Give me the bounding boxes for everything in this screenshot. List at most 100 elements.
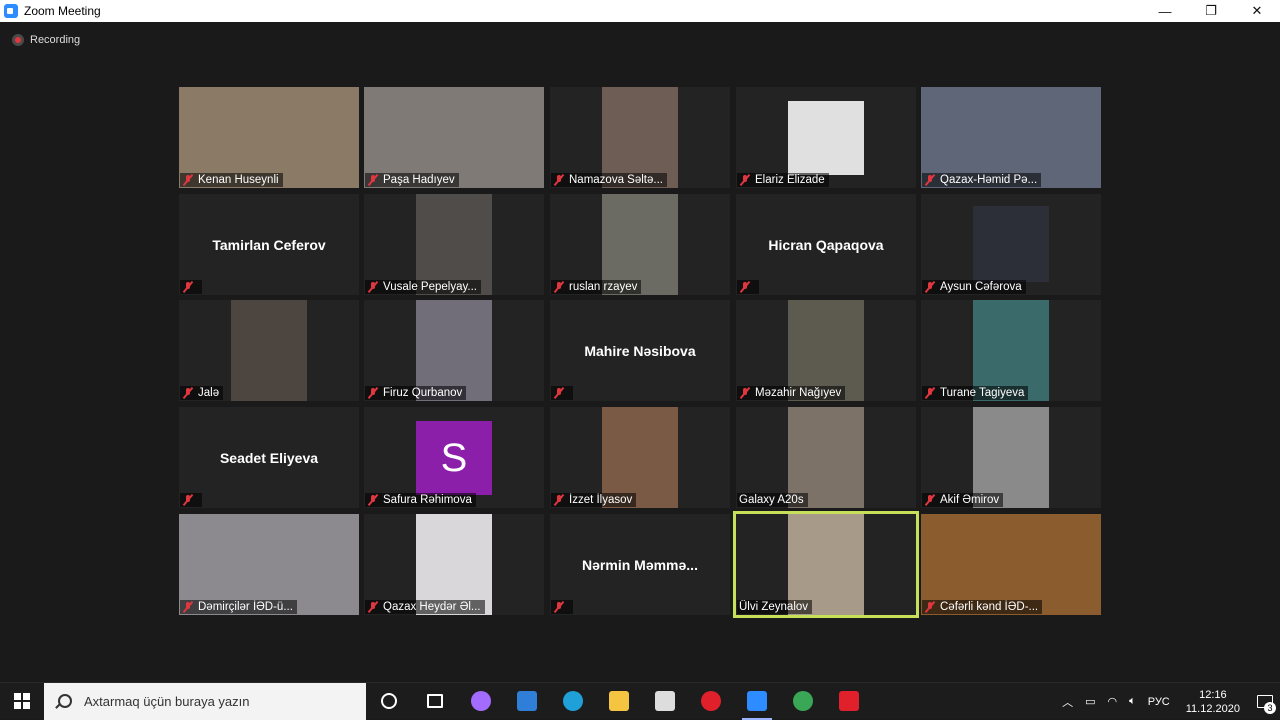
file-explorer-icon [609, 691, 629, 711]
participant-label: Kenan Huseynli [180, 173, 283, 187]
taskbar-app[interactable] [642, 683, 688, 720]
participant-label: Məzahir Nağıyev [737, 386, 846, 400]
participant-tile[interactable]: Firuz Qurbanov [364, 300, 544, 401]
participant-name: Turane Tagiyeva [940, 387, 1025, 399]
participant-label: ruslan rzayev [551, 280, 642, 294]
taskbar-app[interactable] [366, 683, 412, 720]
volume-icon[interactable]: 🔈︎ [1129, 695, 1136, 708]
participant-name: Galaxy A20s [739, 494, 804, 506]
taskbar-apps [366, 683, 872, 720]
opera-icon [701, 691, 721, 711]
participant-name-large: Mahire Nəsibova [584, 342, 696, 359]
mic-muted-icon [553, 387, 565, 399]
participant-name-large: Nərmin Məmmə... [582, 556, 698, 573]
participant-tile[interactable]: Turane Tagiyeva [921, 300, 1101, 401]
participant-name: Akif Əmirov [940, 494, 1000, 506]
participant-tile[interactable]: Seadet Eliyeva [179, 407, 359, 508]
participant-label: Akif Əmirov [922, 493, 1004, 507]
system-tray: ︿ ▭ ◠ 🔈︎ РУС 12:16 11.12.2020 3 [1056, 683, 1280, 720]
participant-label [551, 386, 573, 400]
taskbar-app[interactable] [504, 683, 550, 720]
participant-tile[interactable]: Mahire Nəsibova [550, 300, 730, 401]
store-icon [655, 691, 675, 711]
taskbar-app[interactable] [596, 683, 642, 720]
participant-tile[interactable]: Ülvi Zeynalov [733, 511, 919, 618]
mic-muted-icon [924, 494, 936, 506]
participant-label: Ülvi Zeynalov [737, 600, 813, 614]
recording-indicator[interactable]: Recording [12, 34, 80, 46]
participant-tile[interactable]: Dəmirçilər İƏD-ü... [179, 514, 359, 615]
participant-video [231, 300, 307, 401]
participant-tile[interactable]: Qazax-Həmid Pə... [921, 87, 1101, 188]
participant-tile[interactable]: Elariz Elizade [736, 87, 916, 188]
participant-name: Qazax Heydər Əl... [383, 601, 481, 613]
clock[interactable]: 12:16 11.12.2020 [1186, 688, 1240, 716]
taskbar-search[interactable]: Axtarmaq üçün buraya yazın [44, 682, 366, 720]
taskbar: Axtarmaq üçün buraya yazın ︿ ▭ ◠ 🔈︎ РУС … [0, 682, 1280, 720]
participant-tile[interactable]: Vusale Pepelyay... [364, 194, 544, 295]
battery-icon[interactable]: ▭ [1085, 695, 1095, 708]
taskbar-app[interactable] [734, 683, 780, 720]
participant-tile[interactable]: S Safura Rəhimova [364, 407, 544, 508]
taskbar-app[interactable] [826, 683, 872, 720]
participant-tile[interactable]: Aysun Cəfərova [921, 194, 1101, 295]
participant-tile[interactable]: Namazova Səltə... [550, 87, 730, 188]
minimize-button[interactable]: — [1142, 0, 1188, 22]
participant-tile[interactable]: Kenan Huseynli [179, 87, 359, 188]
wifi-icon[interactable]: ◠ [1108, 695, 1118, 708]
participant-label: Aysun Cəfərova [922, 280, 1026, 294]
start-button[interactable] [0, 683, 44, 720]
participant-tile[interactable]: Cəfərli kənd İƏD-... [921, 514, 1101, 615]
language-indicator[interactable]: РУС [1148, 696, 1170, 708]
mic-muted-icon [367, 281, 379, 293]
mic-muted-icon [924, 281, 936, 293]
participant-name: Vusale Pepelyay... [383, 281, 477, 293]
participant-tile[interactable]: Məzahir Nağıyev [736, 300, 916, 401]
mic-muted-icon [553, 174, 565, 186]
participant-label [551, 600, 573, 614]
participant-name-large: Tamirlan Ceferov [212, 236, 326, 253]
participant-name: Dəmirçilər İƏD-ü... [198, 601, 293, 613]
taskbar-app[interactable] [550, 683, 596, 720]
mic-muted-icon [182, 281, 194, 293]
meeting-area: Recording Kenan Huseynli Paşa Hadıyev Nama… [0, 22, 1280, 682]
participant-name: Safura Rəhimova [383, 494, 472, 506]
taskbar-app[interactable] [688, 683, 734, 720]
taskbar-app[interactable] [458, 683, 504, 720]
mic-muted-icon [367, 387, 379, 399]
windows-logo-icon [14, 693, 30, 709]
notifications-button[interactable]: 3 [1250, 683, 1280, 720]
participant-tile[interactable]: Jalə [179, 300, 359, 401]
participant-tile[interactable]: ruslan rzayev [550, 194, 730, 295]
participant-tile[interactable]: Akif Əmirov [921, 407, 1101, 508]
participant-name: Namazova Səltə... [569, 174, 663, 186]
participant-tile[interactable]: Hicran Qapaqova [736, 194, 916, 295]
participant-tile[interactable]: Tamirlan Ceferov [179, 194, 359, 295]
mic-muted-icon [553, 601, 565, 613]
participant-label: Cəfərli kənd İƏD-... [922, 600, 1043, 614]
participant-video [788, 101, 864, 175]
chevron-up-icon[interactable]: ︿ [1062, 694, 1073, 710]
participant-tile[interactable]: Paşa Hadıyev [364, 87, 544, 188]
participant-tile[interactable]: Galaxy A20s [736, 407, 916, 508]
notification-count: 3 [1264, 702, 1276, 714]
participant-tile[interactable]: Nərmin Məmmə... [550, 514, 730, 615]
participant-name-large: Seadet Eliyeva [219, 449, 319, 466]
taskbar-app[interactable] [412, 683, 458, 720]
record-icon [12, 34, 24, 46]
mic-muted-icon [924, 601, 936, 613]
participant-tile[interactable]: İzzet İlyasov [550, 407, 730, 508]
participant-tile[interactable]: Qazax Heydər Əl... [364, 514, 544, 615]
video-grid: Kenan Huseynli Paşa Hadıyev Namazova Səltə… [179, 87, 1101, 618]
mic-muted-icon [739, 387, 751, 399]
participant-avatar: S [416, 421, 492, 495]
search-placeholder: Axtarmaq üçün buraya yazın [84, 693, 250, 709]
participant-label [180, 280, 202, 294]
zoom-logo-icon [4, 4, 18, 18]
participant-label: Qazax-Həmid Pə... [922, 173, 1042, 187]
close-button[interactable]: ✕ [1234, 0, 1280, 22]
recording-label: Recording [30, 34, 81, 46]
maximize-button[interactable]: ❐ [1188, 0, 1234, 22]
participant-label: Firuz Qurbanov [365, 386, 467, 400]
taskbar-app[interactable] [780, 683, 826, 720]
